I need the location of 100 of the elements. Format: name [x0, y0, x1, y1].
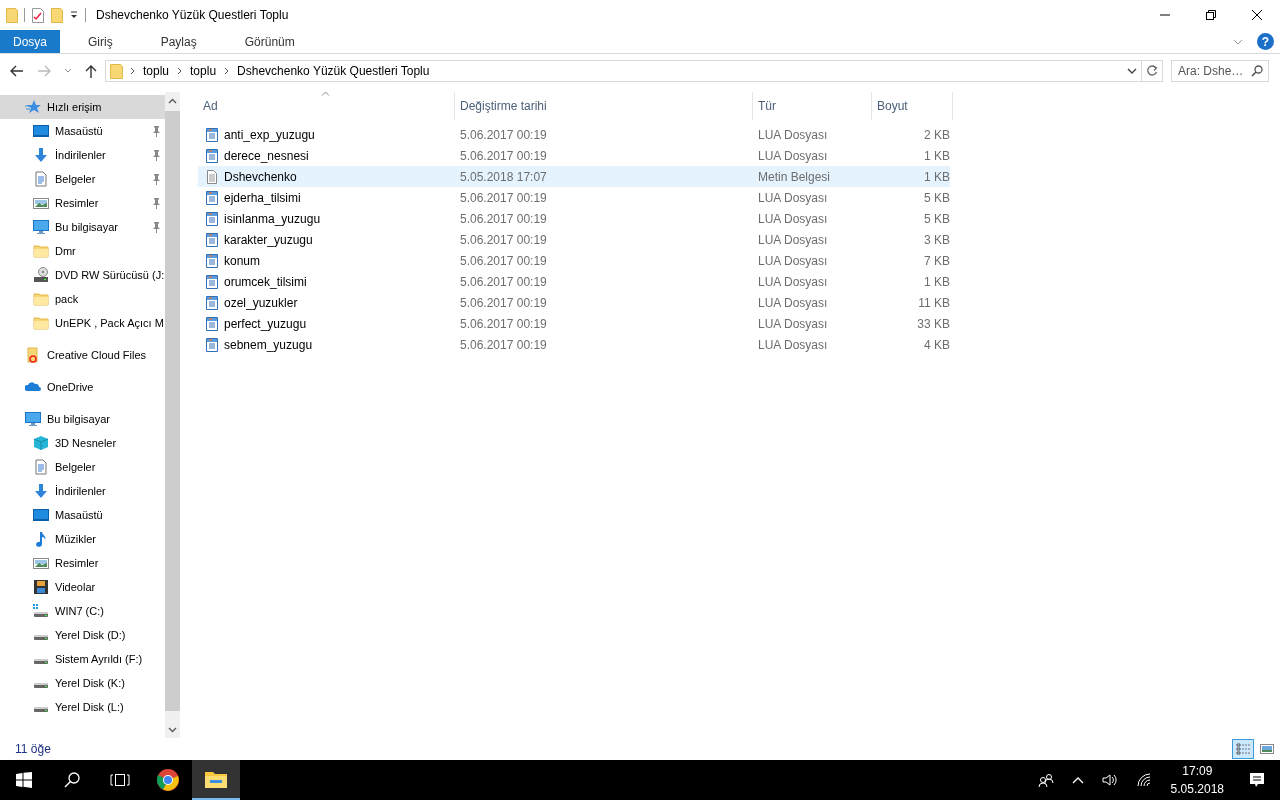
file-row[interactable]: sebnem_yuzugu 5.06.2017 00:19 LUA Dosyası 4 KB [198, 334, 950, 355]
sidebar-item[interactable]: Masaüstü [0, 503, 165, 527]
customize-dropdown-icon[interactable] [69, 10, 79, 20]
sidebar-item[interactable]: İndirilenler [0, 143, 165, 167]
wifi-icon[interactable] [1135, 772, 1152, 788]
task-view-icon [110, 773, 130, 787]
column-header[interactable]: Tür [753, 92, 872, 120]
expand-ribbon-icon[interactable] [1233, 38, 1243, 45]
sidebar-item[interactable]: Videolar [0, 575, 165, 599]
file-row[interactable]: ozel_yuzukler 5.06.2017 00:19 LUA Dosyası 11 KB [198, 292, 950, 313]
drive-icon [33, 603, 49, 619]
file-row[interactable]: Dshevchenko 5.05.2018 17:07 Metin Belgesi 1 KB [198, 166, 950, 187]
file-size: 2 KB [923, 127, 950, 142]
modified-date: 5.06.2017 00:19 [459, 295, 548, 310]
file-size: 5 KB [923, 190, 950, 205]
file-row[interactable]: orumcek_tilsimi 5.06.2017 00:19 LUA Dosyası 1 KB [198, 271, 950, 292]
dropdown-chevron-icon[interactable] [1127, 68, 1137, 74]
breadcrumb-link[interactable]: toplu [188, 64, 219, 78]
sidebar-item[interactable]: Resimler [0, 551, 165, 575]
volume-icon[interactable] [1101, 772, 1118, 788]
sidebar-item[interactable]: pack [0, 287, 165, 311]
sidebar-item[interactable]: Bu bilgisayar [0, 407, 165, 431]
computer-icon [25, 411, 41, 427]
scroll-up-icon[interactable] [168, 97, 177, 104]
sidebar-item[interactable]: Belgeler [0, 455, 165, 479]
file-size: 1 KB [923, 148, 950, 163]
back-arrow-icon[interactable] [10, 65, 24, 77]
search-icon [1251, 65, 1263, 77]
file-type: LUA Dosyası [757, 211, 829, 226]
sidebar-item[interactable]: Resimler [0, 191, 165, 215]
scrollbar-thumb[interactable] [165, 111, 180, 711]
sidebar-item[interactable]: DVD RW Sürücüsü (J: [0, 263, 165, 287]
file-explorer-taskbar-button[interactable] [192, 760, 240, 800]
column-header[interactable]: Boyut [872, 92, 953, 120]
chevron-right-icon [177, 67, 183, 75]
picture-icon [33, 555, 49, 571]
file-name: derece_nesnesi [224, 148, 309, 163]
chevron-right-icon [224, 67, 230, 75]
sidebar-item[interactable]: Masaüstü [0, 119, 165, 143]
file-row[interactable]: isinlanma_yuzugu 5.06.2017 00:19 LUA Dosyası 5 KB [198, 208, 950, 229]
file-row[interactable]: derece_nesnesi 5.06.2017 00:19 LUA Dosyası 1 KB [198, 145, 950, 166]
file-type: LUA Dosyası [757, 148, 829, 163]
sidebar-item[interactable]: Yerel Disk (L:) [0, 695, 165, 719]
ribbon-tab[interactable]: Görünüm [224, 30, 315, 53]
file-row[interactable]: ejderha_tilsimi 5.06.2017 00:19 LUA Dosyası 5 KB [198, 187, 950, 208]
modified-date: 5.06.2017 00:19 [459, 148, 548, 163]
search-field[interactable]: Ara: Dshe… [1171, 60, 1269, 82]
details-view-button[interactable] [1232, 739, 1254, 759]
column-header[interactable]: Değiştirme tarihi [455, 92, 753, 120]
script-file-icon [204, 294, 220, 311]
scroll-down-icon[interactable] [168, 726, 177, 733]
text-file-icon [204, 168, 220, 185]
sidebar-item[interactable]: OneDrive [0, 375, 165, 399]
ribbon-tab[interactable]: Giriş [68, 30, 133, 53]
search-icon [64, 772, 80, 788]
sidebar-item[interactable]: Sistem Ayrıldı (F:) [0, 647, 165, 671]
file-type: LUA Dosyası [757, 274, 829, 289]
sidebar-item[interactable]: Müzikler [0, 527, 165, 551]
column-header[interactable]: Ad [198, 92, 455, 120]
script-file-icon [204, 231, 220, 248]
file-size: 3 KB [923, 232, 950, 247]
file-row[interactable]: karakter_yuzugu 5.06.2017 00:19 LUA Dosyası 3 KB [198, 229, 950, 250]
sidebar-item[interactable]: Dmr [0, 239, 165, 263]
file-row[interactable]: anti_exp_yuzugu 5.06.2017 00:19 LUA Dosyası 2 KB [198, 124, 950, 145]
notification-icon [1249, 772, 1265, 788]
folder-icon [33, 243, 49, 259]
file-row[interactable]: perfect_yuzugu 5.06.2017 00:19 LUA Dosyası 33 KB [198, 313, 950, 334]
clock[interactable]: 17:09 5.05.2018 [1160, 762, 1234, 798]
sidebar-item[interactable]: İndirilenler [0, 479, 165, 503]
properties-icon[interactable] [31, 7, 45, 23]
sidebar-item[interactable]: 3D Nesneler [0, 431, 165, 455]
sidebar-item[interactable]: UnEPK , Pack Açıcı M [0, 311, 165, 335]
file-name: konum [224, 253, 261, 268]
help-button[interactable]: ? [1257, 33, 1274, 50]
script-file-icon [204, 210, 220, 227]
sidebar-item[interactable]: Creative Cloud Files [0, 343, 165, 367]
breadcrumb-link[interactable]: toplu [141, 64, 172, 78]
script-file-icon [204, 273, 220, 290]
up-arrow-icon[interactable] [85, 64, 97, 78]
download-arrow-icon [33, 483, 49, 499]
file-menu-tab[interactable]: Dosya [0, 30, 60, 53]
file-type: LUA Dosyası [757, 337, 829, 352]
ribbon-tab[interactable]: Paylaş [140, 30, 217, 53]
people-icon[interactable] [1037, 772, 1054, 788]
breadcrumb-link[interactable]: Dshevchenko Yüzük Questleri Toplu [235, 64, 432, 78]
recent-locations-icon[interactable] [64, 68, 72, 74]
file-name: karakter_yuzugu [224, 232, 313, 247]
file-type: LUA Dosyası [757, 295, 829, 310]
sidebar-item[interactable]: Belgeler [0, 167, 165, 191]
sidebar-item[interactable]: WIN7 (C:) [0, 599, 165, 623]
sidebar-item[interactable]: Yerel Disk (D:) [0, 623, 165, 647]
sidebar-item[interactable]: Yerel Disk (K:) [0, 671, 165, 695]
sidebar-item[interactable]: Hızlı erişim [0, 95, 165, 119]
sidebar-item[interactable]: Bu bilgisayar [0, 215, 165, 239]
file-row[interactable]: konum 5.06.2017 00:19 LUA Dosyası 7 KB [198, 250, 950, 271]
script-file-icon [204, 315, 220, 332]
file-name: isinlanma_yuzugu [224, 211, 321, 226]
refresh-icon[interactable] [1146, 65, 1158, 77]
modified-date: 5.06.2017 00:19 [459, 337, 548, 352]
modified-date: 5.06.2017 00:19 [459, 211, 548, 226]
